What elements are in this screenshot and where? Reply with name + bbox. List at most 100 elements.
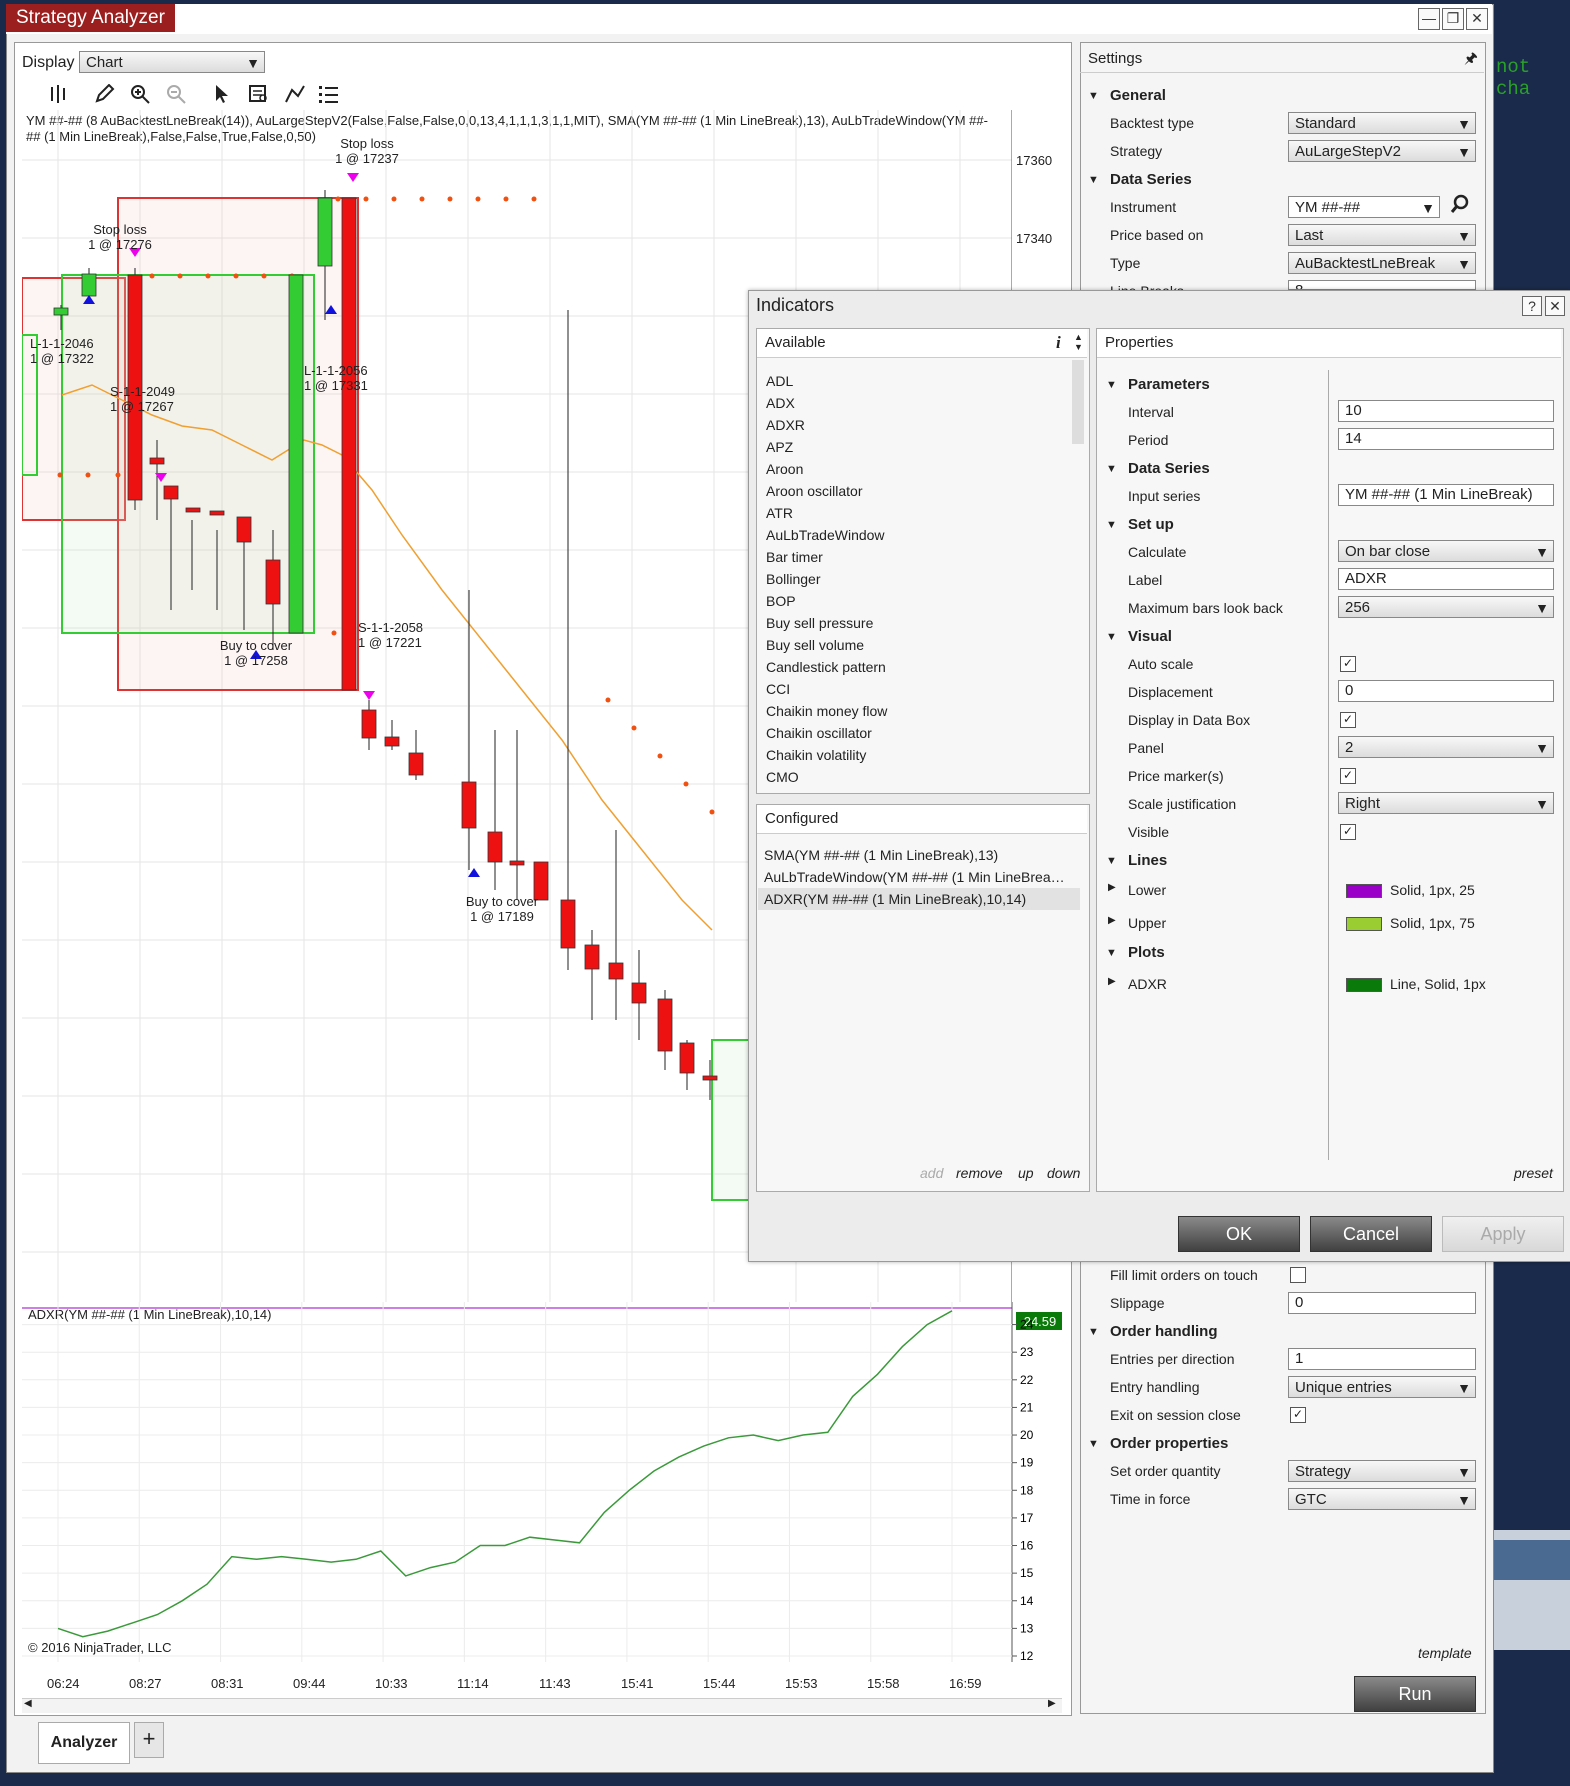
fill-limit-checkbox[interactable] [1290, 1267, 1306, 1283]
entry-handling-select[interactable]: Unique entries ▼ [1288, 1376, 1476, 1398]
available-item[interactable]: Bollinger [766, 568, 1066, 590]
collapse-icon[interactable]: ▼ [1106, 631, 1117, 643]
maximize-button[interactable]: ❐ [1442, 8, 1464, 30]
strategy-select[interactable]: AuLargeStepV2 ▼ [1288, 140, 1476, 162]
available-item[interactable]: ADL [766, 370, 1066, 392]
up-link[interactable]: up [1018, 1165, 1034, 1181]
scale-justification-select[interactable]: Right ▼ [1338, 792, 1554, 814]
input-series-input[interactable]: YM ##-## (1 Min LineBreak) [1338, 484, 1554, 506]
available-item[interactable]: Chaikin volatility [766, 744, 1066, 766]
price-based-select[interactable]: Last ▼ [1288, 224, 1476, 246]
drawing-tools-icon[interactable] [284, 84, 306, 110]
panel-select[interactable]: 2 ▼ [1338, 736, 1554, 758]
slippage-input[interactable]: 0 [1288, 1292, 1476, 1314]
auto-scale-checkbox[interactable]: ✓ [1340, 656, 1356, 672]
available-item[interactable]: BOP [766, 590, 1066, 612]
collapse-icon[interactable]: ▼ [1106, 947, 1117, 959]
data-box-icon[interactable] [248, 84, 270, 110]
apply-button[interactable]: Apply [1442, 1216, 1564, 1252]
lower-color-swatch[interactable] [1346, 884, 1382, 898]
close-button[interactable]: ✕ [1466, 8, 1488, 30]
configured-item-selected[interactable]: ADXR(YM ##-## (1 Min LineBreak),10,14) [758, 888, 1080, 910]
scroll-left-icon[interactable]: ◀ [24, 1698, 32, 1709]
remove-link[interactable]: remove [956, 1165, 1003, 1181]
help-button[interactable]: ? [1522, 296, 1542, 316]
type-select[interactable]: AuBacktestLneBreak ▼ [1288, 252, 1476, 274]
expand-icon[interactable]: ▶ [1108, 915, 1116, 926]
display-data-box-checkbox[interactable]: ✓ [1340, 712, 1356, 728]
label-input[interactable]: ADXR [1338, 568, 1554, 590]
available-item[interactable]: Candlestick pattern [766, 656, 1066, 678]
display-select[interactable]: Chart ▼ [79, 51, 265, 73]
displacement-input[interactable]: 0 [1338, 680, 1554, 702]
interval-input[interactable]: 10 [1338, 400, 1554, 422]
available-item[interactable]: ADX [766, 392, 1066, 414]
backtest-type-select[interactable]: Standard ▼ [1288, 112, 1476, 134]
available-item[interactable]: ATR [766, 502, 1066, 524]
zoom-in-icon[interactable] [130, 84, 152, 110]
calculate-select[interactable]: On bar close ▼ [1338, 540, 1554, 562]
dialog-close-button[interactable]: ✕ [1545, 296, 1565, 316]
ok-button[interactable]: OK [1178, 1216, 1300, 1252]
collapse-icon[interactable]: ▼ [1088, 1326, 1099, 1338]
available-item[interactable]: CMO [766, 766, 1066, 788]
collapse-icon[interactable]: ▼ [1106, 463, 1117, 475]
collapse-icon[interactable]: ▼ [1106, 855, 1117, 867]
list-icon[interactable] [318, 84, 340, 110]
collapse-icon[interactable]: ▼ [1088, 174, 1099, 186]
available-item[interactable]: Aroon oscillator [766, 480, 1066, 502]
available-item[interactable]: APZ [766, 436, 1066, 458]
info-icon[interactable]: i [1056, 333, 1061, 353]
exit-session-checkbox[interactable]: ✓ [1290, 1407, 1306, 1423]
zoom-out-icon[interactable] [166, 84, 188, 110]
collapse-icon[interactable]: ▼ [1106, 519, 1117, 531]
available-item[interactable]: AuLbTradeWindow [766, 524, 1066, 546]
price-marker-checkbox[interactable]: ✓ [1340, 768, 1356, 784]
adxr-chart[interactable]: 24.59 24232221201918171615141312 [22, 1302, 1062, 1662]
available-item[interactable]: Bar timer [766, 546, 1066, 568]
sort-arrows-icon[interactable]: ▲ ▼ [1074, 332, 1083, 352]
upper-color-swatch[interactable] [1346, 917, 1382, 931]
add-tab-button[interactable]: + [134, 1722, 164, 1758]
expand-icon[interactable]: ▶ [1108, 976, 1116, 987]
search-icon[interactable] [1450, 194, 1470, 219]
horizontal-scrollbar[interactable] [22, 1698, 1062, 1713]
available-item[interactable]: Buy sell pressure [766, 612, 1066, 634]
pin-icon[interactable]: 🖈 [1464, 48, 1478, 73]
properties-splitter[interactable] [1328, 370, 1329, 1160]
visible-checkbox[interactable]: ✓ [1340, 824, 1356, 840]
set-qty-select[interactable]: Strategy ▼ [1288, 1460, 1476, 1482]
available-item[interactable]: Buy sell volume [766, 634, 1066, 656]
cancel-button[interactable]: Cancel [1310, 1216, 1432, 1252]
available-item[interactable]: CCI [766, 678, 1066, 700]
available-item[interactable]: Aroon [766, 458, 1066, 480]
available-item[interactable]: Chaikin oscillator [766, 722, 1066, 744]
pencil-icon[interactable] [94, 83, 116, 110]
configured-item[interactable]: SMA(YM ##-## (1 Min LineBreak),13) [764, 844, 1082, 866]
collapse-icon[interactable]: ▼ [1088, 1438, 1099, 1450]
run-button[interactable]: Run [1354, 1676, 1476, 1712]
entries-input[interactable]: 1 [1288, 1348, 1476, 1370]
adxr-color-swatch[interactable] [1346, 978, 1382, 992]
line-breaks-input[interactable]: 8 [1288, 280, 1476, 290]
available-item[interactable]: Chaikin money flow [766, 700, 1066, 722]
period-input[interactable]: 14 [1338, 428, 1554, 450]
configured-item[interactable]: AuLbTradeWindow(YM ##-## (1 Min LineBrea… [764, 866, 1082, 888]
pointer-icon[interactable] [212, 84, 234, 110]
available-item[interactable]: ADXR [766, 414, 1066, 436]
tif-select[interactable]: GTC ▼ [1288, 1488, 1476, 1510]
bar-type-icon[interactable] [48, 84, 70, 110]
template-link[interactable]: template [1418, 1645, 1472, 1661]
minimize-button[interactable]: — [1418, 8, 1440, 30]
collapse-icon[interactable]: ▼ [1088, 90, 1099, 102]
down-link[interactable]: down [1047, 1165, 1080, 1181]
max-bars-select[interactable]: 256 ▼ [1338, 596, 1554, 618]
scroll-right-icon[interactable]: ▶ [1048, 1698, 1056, 1709]
collapse-icon[interactable]: ▼ [1106, 379, 1117, 391]
preset-link[interactable]: preset [1514, 1165, 1553, 1181]
instrument-select[interactable]: YM ##-## ▼ [1288, 196, 1440, 218]
add-link[interactable]: add [920, 1165, 943, 1181]
tab-analyzer[interactable]: Analyzer [38, 1722, 130, 1764]
expand-icon[interactable]: ▶ [1108, 882, 1116, 893]
available-scrollbar[interactable] [1072, 360, 1084, 444]
